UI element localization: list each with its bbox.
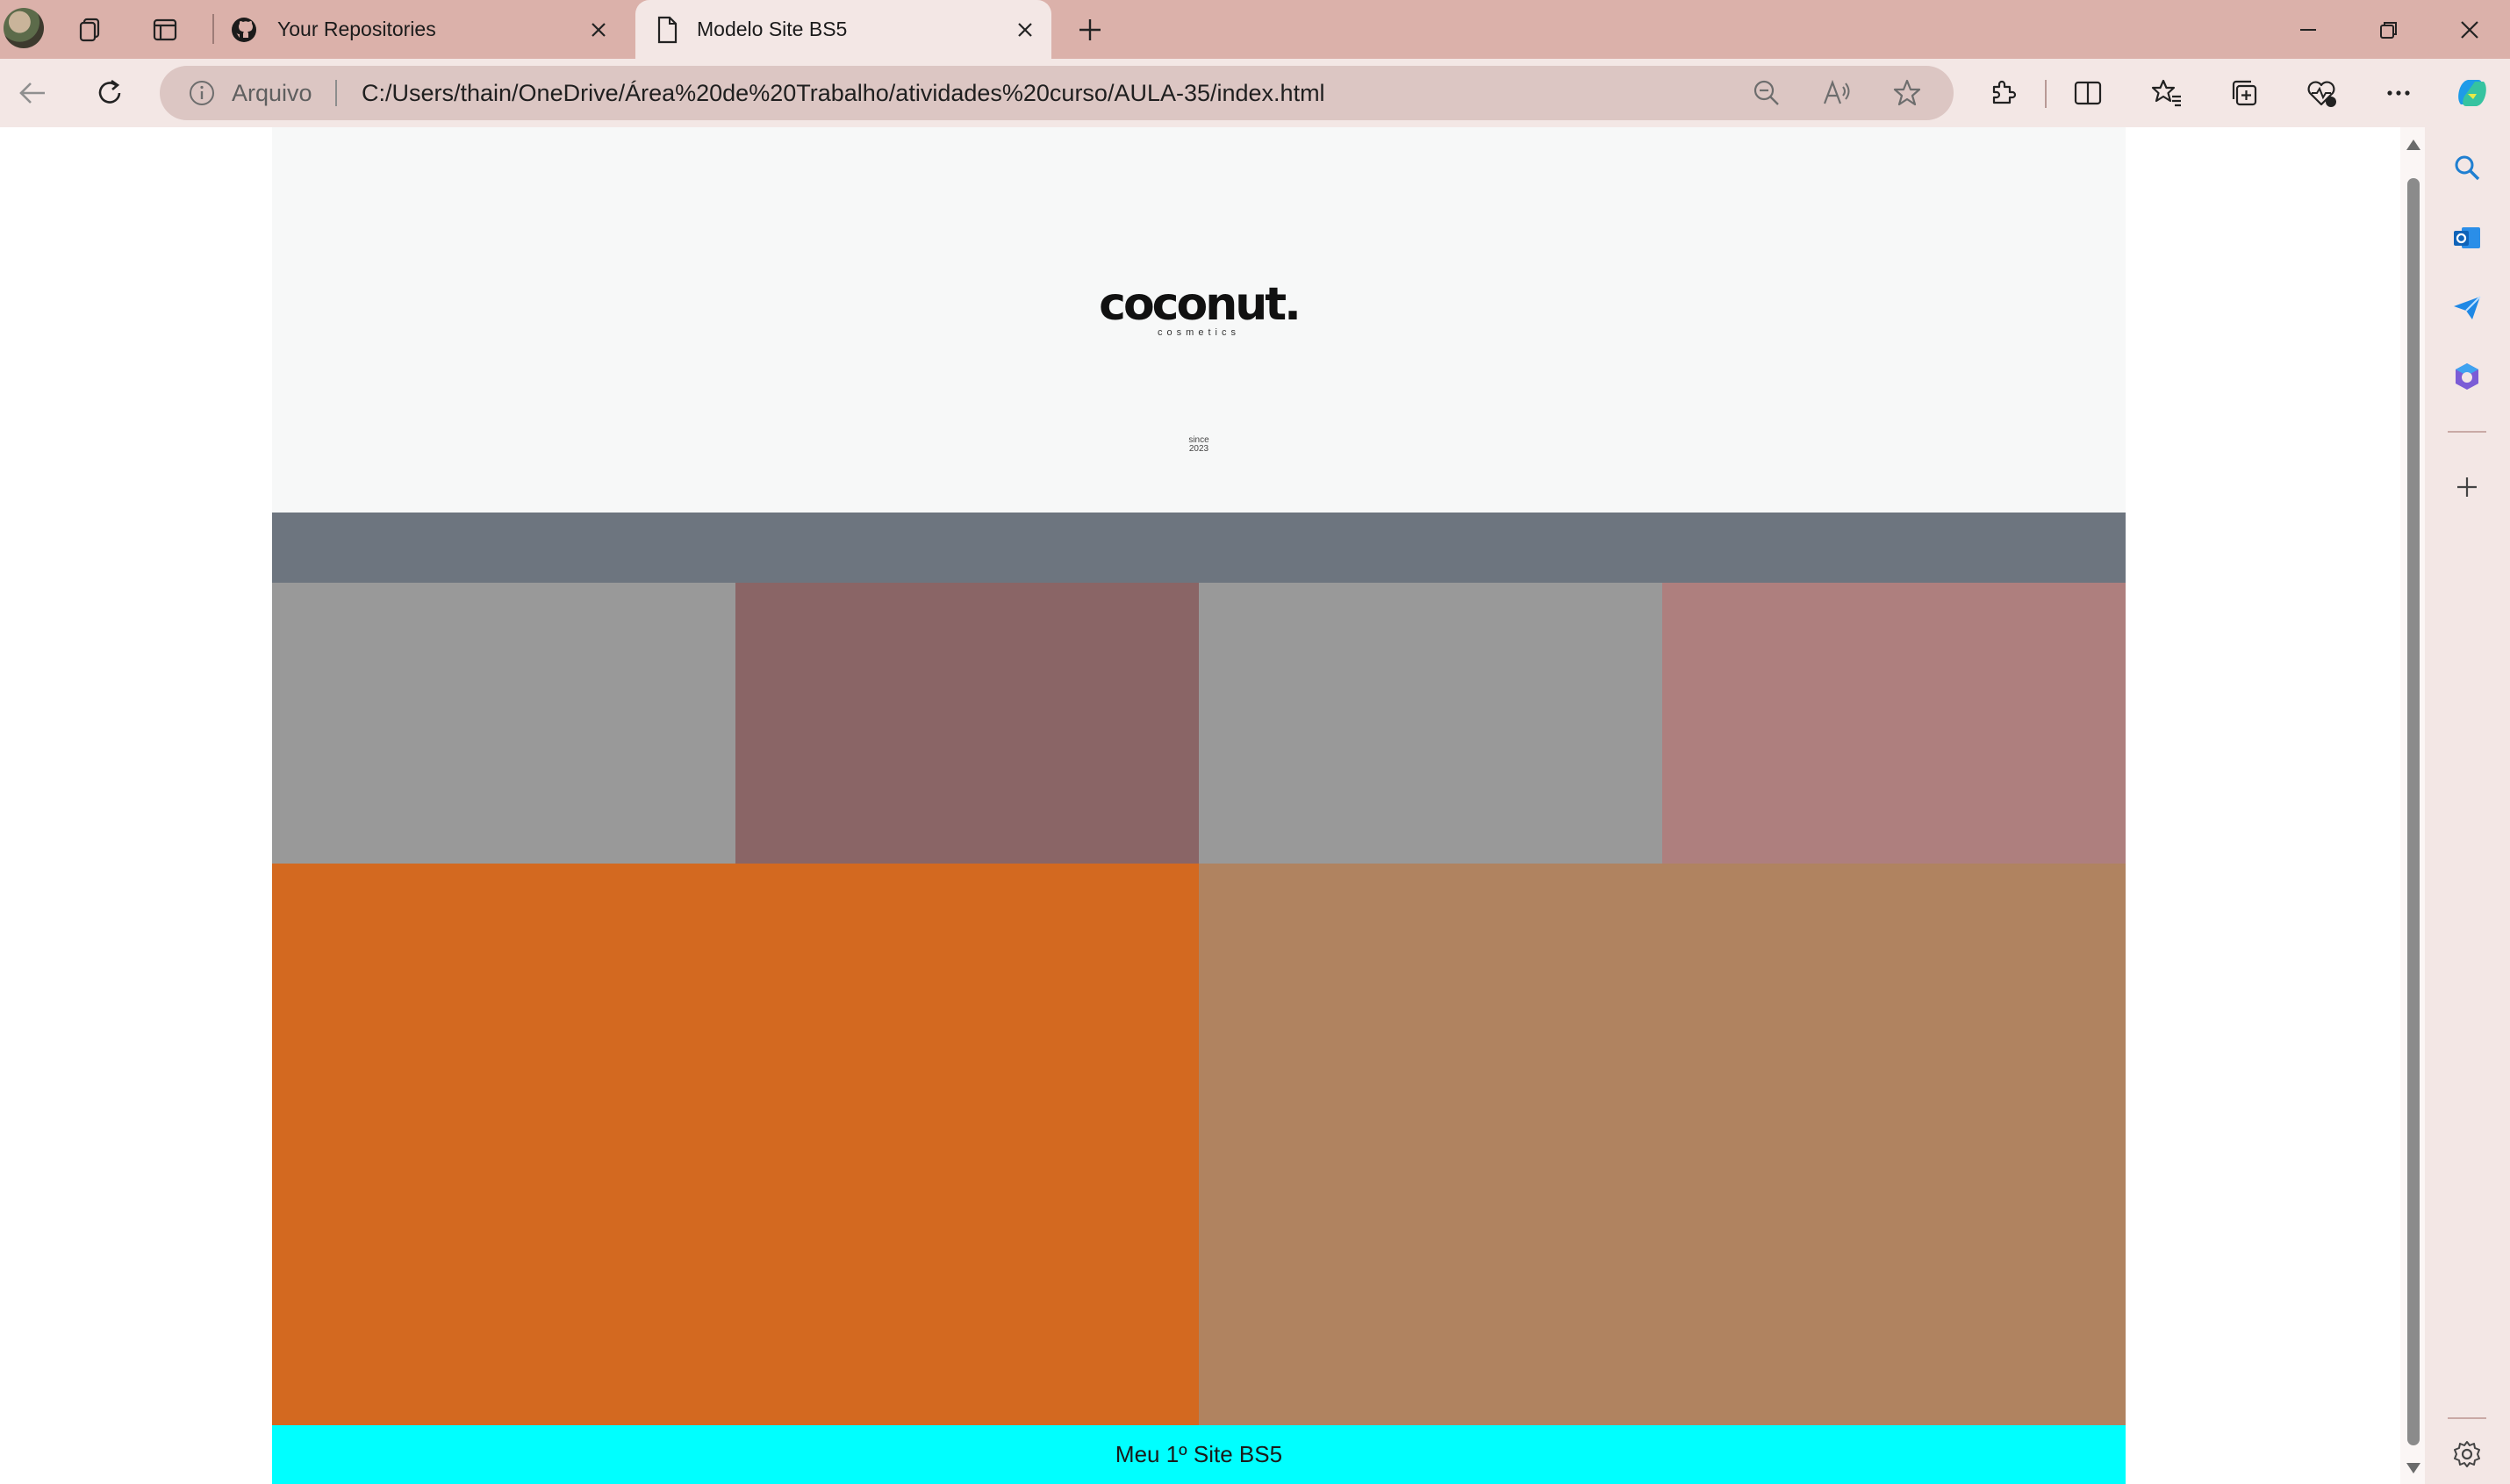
search-icon[interactable]: [2442, 143, 2492, 192]
since-year: 2023: [1188, 444, 1209, 454]
tab-modelo-site-bs5[interactable]: Modelo Site BS5: [635, 0, 1051, 59]
toolbar: Arquivo C:/Users/thain/OneDrive/Área%20d…: [0, 59, 2510, 127]
scroll-down-arrow[interactable]: [2406, 1463, 2420, 1473]
grid-box-2: [735, 583, 1199, 864]
profile-avatar[interactable]: [4, 8, 44, 48]
restore-button[interactable]: [2349, 0, 2429, 59]
scheme-label: Arquivo: [232, 80, 312, 106]
nav-band: [272, 513, 2126, 583]
tab-strip: Your Repositories Modelo Site BS5: [0, 0, 2510, 59]
extensions-icon[interactable]: [1980, 69, 2027, 117]
minimize-button[interactable]: [2268, 0, 2349, 59]
toolbar-separator: [2045, 80, 2047, 108]
since-label: since 2023: [272, 436, 2126, 454]
page-icon: [653, 16, 681, 44]
sidebar-separator: [2448, 1417, 2486, 1419]
split-screen-icon[interactable]: [2064, 69, 2112, 117]
settings-gear-icon[interactable]: [2442, 1430, 2492, 1479]
tab-separator: [212, 14, 214, 44]
edge-sidebar: [2425, 127, 2510, 1484]
url-text[interactable]: C:/Users/thain/OneDrive/Área%20de%20Trab…: [362, 80, 1325, 107]
m365-icon[interactable]: [2442, 352, 2492, 401]
read-aloud-icon[interactable]: [1820, 76, 1854, 110]
grid-box-4: [1662, 583, 2126, 864]
close-icon[interactable]: [586, 18, 611, 42]
divider: [335, 80, 337, 106]
logo-wordmark: coconut.: [1099, 278, 1302, 331]
info-icon[interactable]: [188, 79, 216, 107]
back-button[interactable]: [9, 69, 56, 117]
collections-icon[interactable]: [2220, 69, 2268, 117]
logo-subtitle: cosmetics: [1158, 327, 1240, 338]
add-icon[interactable]: [2442, 462, 2492, 512]
tab-your-repositories[interactable]: Your Repositories: [219, 0, 630, 59]
hero-section: coconut. cosmetics since 2023: [272, 127, 2126, 513]
refresh-button[interactable]: [86, 69, 133, 117]
grid-box-large-2: [1199, 864, 2126, 1425]
scroll-up-arrow[interactable]: [2406, 140, 2420, 150]
more-options-icon[interactable]: [2375, 69, 2422, 117]
vertical-tabs-icon[interactable]: [147, 12, 183, 47]
grid-box-3: [1199, 583, 1662, 864]
vertical-scrollbar[interactable]: [2400, 127, 2425, 1484]
tab-title: Your Repositories: [277, 18, 436, 40]
copilot-icon[interactable]: [2449, 69, 2496, 117]
page-container: coconut. cosmetics since 2023 Meu 1º Sit…: [272, 127, 2126, 1484]
github-icon: [230, 16, 258, 44]
workspaces-icon[interactable]: [72, 12, 107, 47]
footer-text: Meu 1º Site BS5: [1115, 1441, 1283, 1467]
grid-box-1: [272, 583, 735, 864]
close-window-button[interactable]: [2429, 0, 2510, 59]
grid-box-large-1: [272, 864, 1199, 1425]
close-icon[interactable]: [1013, 18, 1037, 42]
send-icon[interactable]: [2442, 283, 2492, 333]
web-content: coconut. cosmetics since 2023 Meu 1º Sit…: [0, 127, 2400, 1484]
zoom-out-icon[interactable]: [1750, 76, 1783, 110]
new-tab-icon[interactable]: [1072, 12, 1108, 47]
address-bar[interactable]: Arquivo C:/Users/thain/OneDrive/Área%20d…: [160, 66, 1954, 120]
footer: Meu 1º Site BS5: [272, 1425, 2126, 1484]
outlook-icon[interactable]: [2442, 213, 2492, 262]
sidebar-separator: [2448, 431, 2486, 433]
favorites-icon[interactable]: [2143, 69, 2191, 117]
scroll-thumb[interactable]: [2407, 178, 2420, 1445]
brand-logo[interactable]: coconut. cosmetics: [272, 282, 2126, 338]
browser-essentials-icon[interactable]: [2298, 69, 2345, 117]
favorite-star-icon[interactable]: [1890, 76, 1924, 110]
tab-title: Modelo Site BS5: [697, 18, 848, 40]
